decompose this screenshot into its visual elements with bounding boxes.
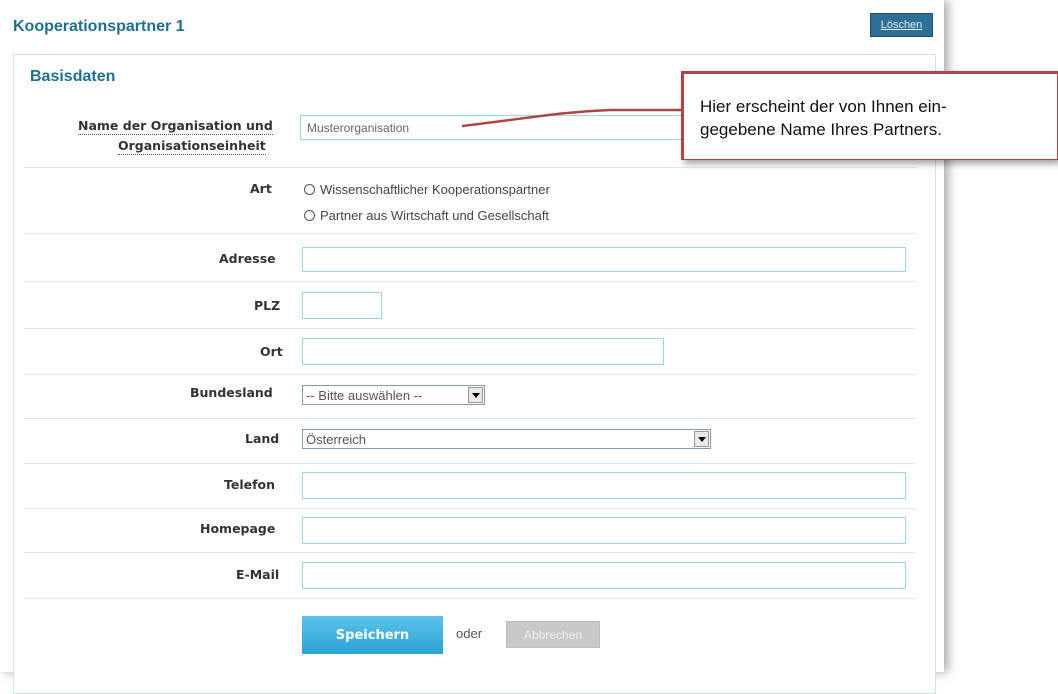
divider [24, 418, 916, 419]
cancel-button[interactable]: Abbrechen [506, 621, 600, 648]
phone-input[interactable] [302, 472, 906, 499]
org-name-label-line2: Organisationseinheit [118, 138, 266, 155]
divider [24, 552, 916, 553]
state-select-value: -- Bitte auswählen -- [306, 387, 423, 403]
chevron-down-icon[interactable] [468, 387, 483, 403]
address-input[interactable] [302, 247, 906, 272]
section-title: Basisdaten [30, 68, 116, 85]
radio-scientific-partner[interactable]: Wissenschaftlicher Kooperationspartner [304, 182, 550, 197]
callout-line-1: Hier erscheint der von Ihnen ein- [700, 97, 947, 116]
divider [24, 167, 916, 168]
art-label: Art [250, 181, 272, 196]
city-label: Ort [260, 344, 283, 359]
divider [24, 598, 916, 599]
radio-circle-icon[interactable] [304, 210, 315, 221]
divider [24, 374, 916, 375]
homepage-label: Homepage [200, 521, 276, 536]
country-select-value: Österreich [306, 431, 366, 447]
radio-scientific-label: Wissenschaftlicher Kooperationspartner [320, 182, 550, 197]
city-input[interactable] [302, 338, 664, 365]
email-input[interactable] [302, 562, 906, 589]
divider [24, 281, 916, 282]
homepage-input[interactable] [302, 517, 906, 544]
org-name-input[interactable]: Musterorganisation [300, 115, 700, 140]
state-label: Bundesland [190, 385, 273, 400]
radio-circle-icon[interactable] [304, 184, 315, 195]
callout-box: Hier erscheint der von Ihnen ein- gegebe… [681, 71, 1058, 160]
chevron-down-icon[interactable] [694, 431, 709, 447]
divider [24, 328, 916, 329]
or-text: oder [456, 626, 483, 641]
country-label: Land [245, 431, 280, 446]
address-label: Adresse [219, 251, 276, 266]
email-label: E-Mail [236, 567, 280, 582]
save-button[interactable]: Speichern [302, 616, 443, 654]
radio-business-partner[interactable]: Partner aus Wirtschaft und Gesellschaft [304, 208, 549, 223]
callout-line-2: gegebene Name Ihres Partners. [700, 120, 942, 139]
plz-label: PLZ [254, 298, 281, 313]
country-select[interactable]: Österreich [302, 429, 711, 449]
page-title: Kooperationspartner 1 [13, 18, 185, 35]
radio-business-label: Partner aus Wirtschaft und Gesellschaft [320, 208, 550, 223]
org-name-label-line1: Name der Organisation und [78, 118, 273, 135]
plz-input[interactable] [302, 292, 382, 319]
divider [24, 233, 916, 234]
divider [24, 463, 916, 464]
delete-button[interactable]: Löschen [870, 13, 933, 37]
phone-label: Telefon [224, 477, 276, 492]
state-select[interactable]: -- Bitte auswählen -- [302, 385, 485, 405]
divider [24, 508, 916, 509]
